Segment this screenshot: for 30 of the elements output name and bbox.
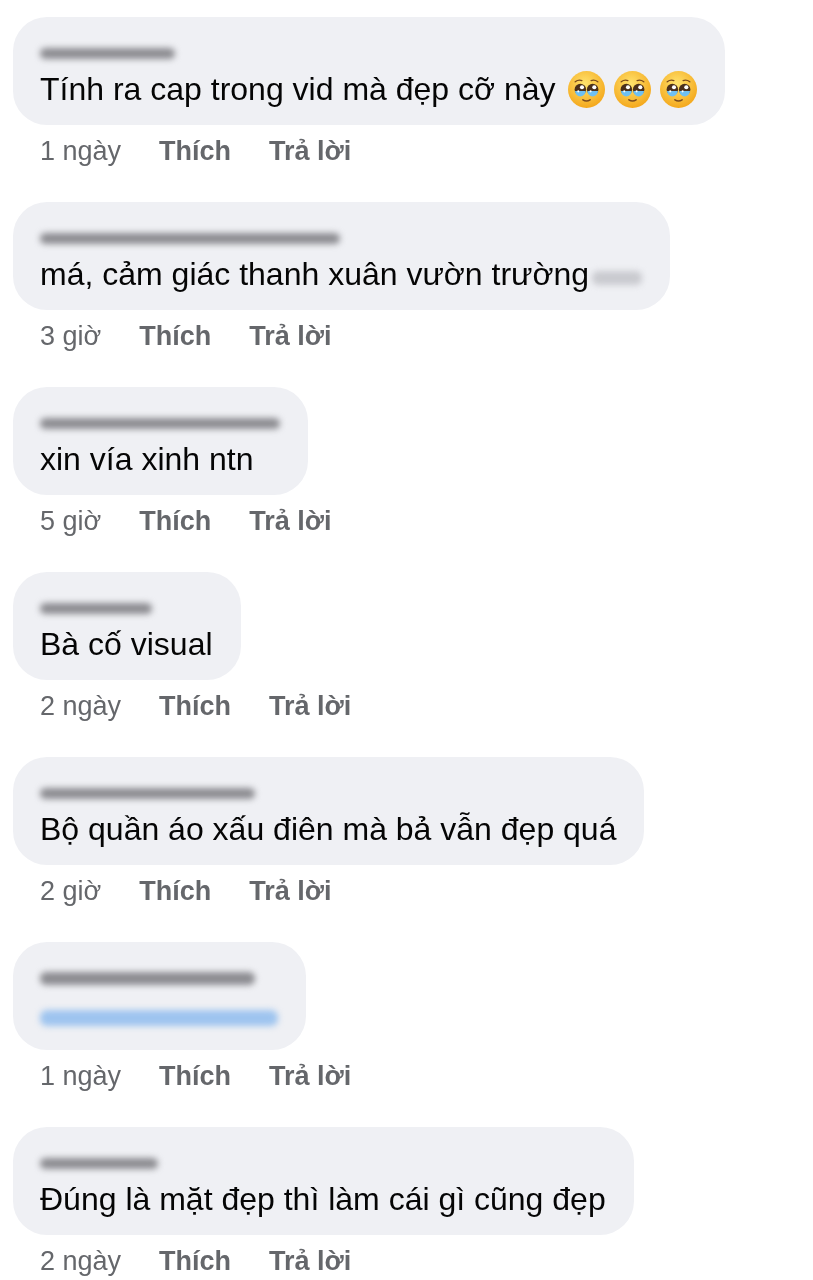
- comment-text: Tính ra cap trong vid mà đẹp cỡ này: [40, 70, 556, 109]
- reply-button[interactable]: Trả lời: [269, 1243, 352, 1279]
- comment-text: xin vía xinh ntn: [40, 440, 254, 479]
- like-button[interactable]: Thích: [139, 503, 212, 539]
- reply-button[interactable]: Trả lời: [249, 873, 332, 909]
- reply-button[interactable]: Trả lời: [249, 318, 332, 354]
- like-button[interactable]: Thích: [159, 688, 232, 724]
- like-button[interactable]: Thích: [159, 1058, 232, 1094]
- like-button[interactable]: Thích: [139, 318, 212, 354]
- reply-button[interactable]: Trả lời: [269, 1058, 352, 1094]
- comment-time: 2 ngày: [40, 1245, 122, 1278]
- like-button[interactable]: Thích: [139, 873, 212, 909]
- comment-text: má, cảm giác thanh xuân vườn trường: [40, 255, 590, 294]
- comment-text: Bộ quần áo xấu điên mà bả vẫn đẹp quá: [40, 810, 617, 849]
- comment-time: 2 giờ: [40, 875, 102, 908]
- comment-time: 2 ngày: [40, 690, 122, 723]
- comment-time: 5 giờ: [40, 505, 102, 538]
- reply-button[interactable]: Trả lời: [249, 503, 332, 539]
- teary-face-icon: [614, 70, 652, 108]
- reply-button[interactable]: Trả lời: [269, 688, 352, 724]
- comment-time: 3 giờ: [40, 320, 102, 353]
- teary-face-icon: [660, 70, 698, 108]
- comment-text: Đúng là mặt đẹp thì làm cái gì cũng đẹp: [40, 1180, 606, 1219]
- like-button[interactable]: Thích: [159, 1243, 232, 1279]
- reply-button[interactable]: Trả lời: [269, 133, 352, 169]
- comment-time: 1 ngày: [40, 135, 122, 168]
- comment-text: Bà cố visual: [40, 625, 213, 664]
- teary-face-icon: [568, 70, 606, 108]
- comment-time: 1 ngày: [40, 1060, 122, 1093]
- like-button[interactable]: Thích: [159, 133, 232, 169]
